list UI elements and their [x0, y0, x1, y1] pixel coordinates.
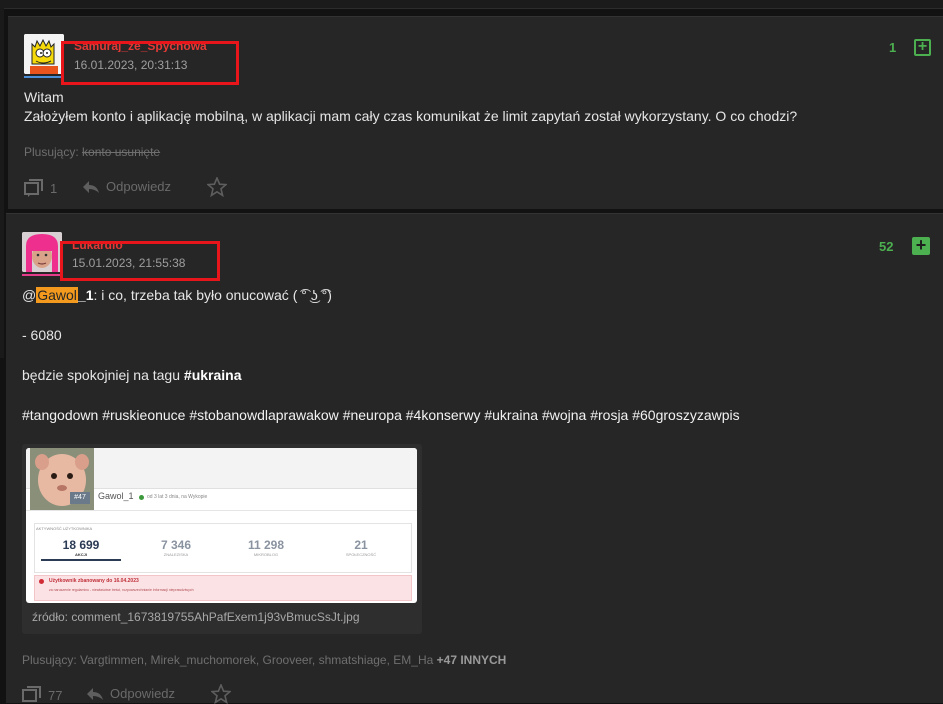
- voters-more[interactable]: +47 INNYCH: [437, 653, 507, 667]
- calm-text: będzie spokojniej na tagu: [22, 367, 181, 383]
- voters-list[interactable]: Vargtimmen, Mirek_muchomorek, Grooveer, …: [80, 653, 433, 667]
- reply-label: Odpowiedz: [110, 686, 176, 701]
- reply-icon: [87, 687, 103, 700]
- voters-label: Plusujący:: [22, 653, 77, 667]
- voters-label: Plusujący:: [24, 145, 79, 159]
- stat-3: 11 298 MIKROBLOG: [247, 538, 285, 557]
- reply-button[interactable]: Odpowiedz: [86, 686, 175, 701]
- image-source[interactable]: źródło: comment_1673819755AhPafExem1j93v…: [32, 610, 360, 624]
- tag-link[interactable]: #ruskieonuce: [102, 407, 185, 423]
- vote-count: 1: [889, 40, 897, 55]
- comments-button[interactable]: 77: [22, 686, 62, 704]
- star-icon: [211, 684, 231, 704]
- plus-icon: +: [915, 235, 927, 255]
- favorite-button[interactable]: [211, 684, 231, 704]
- comment-line-1: Witam: [24, 89, 64, 105]
- tag-link[interactable]: #stobanowdlaprawakow: [189, 407, 338, 423]
- highlight-box: [61, 41, 239, 85]
- highlight-box: [60, 241, 220, 281]
- rank-badge: #47: [70, 492, 90, 504]
- embed-status: od 3 lat 3 dnia, na Wykopie: [147, 494, 208, 500]
- voters-row: Plusujący: Vargtimmen, Mirek_muchomorek,…: [22, 653, 506, 667]
- embedded-image-card[interactable]: #47 Gawol_1 od 3 lat 3 dnia, na Wykopie …: [22, 444, 422, 634]
- plus-icon: +: [917, 38, 928, 55]
- embedded-screenshot[interactable]: #47 Gawol_1 od 3 lat 3 dnia, na Wykopie …: [26, 448, 417, 603]
- warning-icon: [39, 579, 44, 584]
- avatar[interactable]: [24, 34, 64, 74]
- star-icon: [207, 177, 227, 197]
- tag-link[interactable]: #4konserwy: [406, 407, 481, 423]
- tag-link[interactable]: #rosja: [590, 407, 628, 423]
- comment-line-2: Założyłem konto i aplikację mobilną, w a…: [24, 108, 798, 124]
- reply-icon: [83, 180, 99, 193]
- stat-1: 18 699 AKCJI: [36, 538, 126, 561]
- comments-count: 1: [50, 180, 58, 196]
- mention-at: @: [22, 287, 37, 303]
- reply-line: @Gawol_1: i co, trzeba tak było onucować…: [22, 287, 332, 303]
- reply-text: : i co, trzeba tak było onucować ( ͡° ͜ʖ…: [93, 287, 332, 303]
- tag-link[interactable]: #60groszyzawpis: [632, 407, 739, 423]
- comments-icon: [24, 179, 43, 197]
- comments-count: 77: [48, 687, 63, 703]
- reply-button[interactable]: Odpowiedz: [82, 179, 171, 194]
- embed-section: AKTYWNOŚĆ UŻYTKOWNIKA: [36, 526, 93, 531]
- tag-link[interactable]: #ukraina: [184, 367, 242, 383]
- mention-suffix[interactable]: _1: [78, 287, 94, 303]
- avatar-underline: [22, 274, 62, 276]
- online-dot-icon: [139, 495, 144, 500]
- comments-button[interactable]: 1: [24, 179, 57, 197]
- tag-link[interactable]: #wojna: [542, 407, 586, 423]
- plus-vote-button-active[interactable]: +: [912, 235, 930, 255]
- reply-label: Odpowiedz: [106, 179, 172, 194]
- plus-vote-button[interactable]: +: [914, 39, 931, 56]
- avatar-underline: [24, 76, 64, 78]
- voters-row: Plusujący: konto usunięte: [24, 145, 160, 159]
- voter-deleted[interactable]: konto usunięte: [82, 145, 160, 159]
- calm-line: będzie spokojniej na tagu #ukraina: [22, 367, 242, 383]
- avatar[interactable]: [22, 232, 62, 272]
- tag-link[interactable]: #ukraina: [484, 407, 538, 423]
- previous-post-edge: [0, 0, 943, 9]
- stat-2: 7 346 ZNALEZISKA: [160, 538, 192, 557]
- ban-notice: Użytkownik zbanowany do 16.04.2023 za na…: [34, 575, 412, 601]
- favorite-button[interactable]: [207, 177, 227, 197]
- pink-hair-avatar-icon: [22, 232, 62, 272]
- stat-4: 21 SPOŁECZNOŚĆ: [345, 538, 377, 557]
- comment-card-1: Samuraj_ze_Spychowa 16.01.2023, 20:31:13…: [8, 16, 943, 209]
- tags-line: #tangodown #ruskieonuce #stobanowdlapraw…: [22, 407, 740, 423]
- thread-edge: [0, 8, 4, 358]
- vote-count: 52: [879, 239, 894, 254]
- mention-highlight[interactable]: Gawol: [36, 287, 78, 303]
- embed-username: Gawol_1: [98, 491, 134, 501]
- comment-card-2: Lukardio 15.01.2023, 21:55:38 52 + @Gawo…: [6, 213, 943, 704]
- score-line: - 6080: [22, 327, 62, 343]
- tag-link[interactable]: #tangodown: [22, 407, 98, 423]
- bart-avatar-icon: [24, 34, 64, 74]
- tag-link[interactable]: #neuropa: [343, 407, 402, 423]
- comments-icon: [22, 686, 41, 702]
